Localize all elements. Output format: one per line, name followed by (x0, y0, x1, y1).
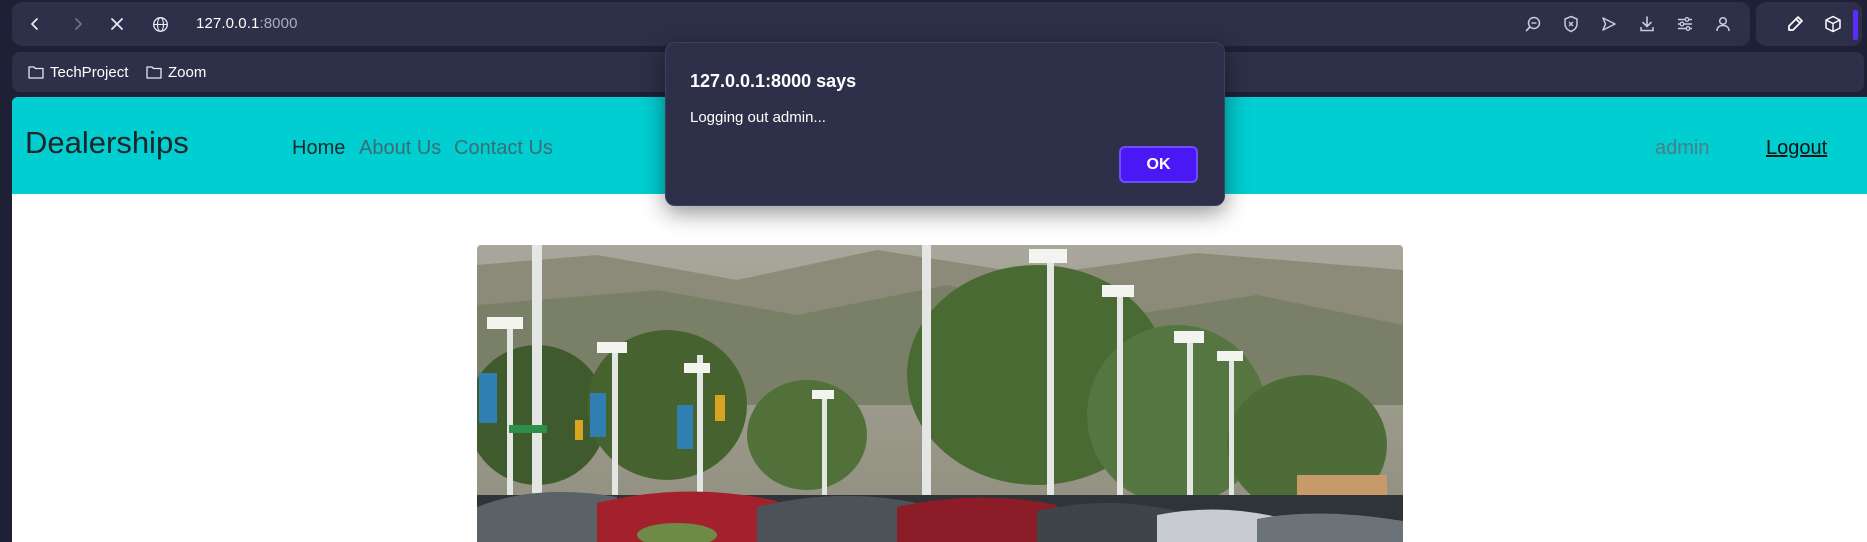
profile-icon[interactable] (1712, 13, 1734, 35)
send-icon[interactable] (1598, 13, 1620, 35)
hero-dealership-image (477, 245, 1403, 542)
download-icon[interactable] (1636, 13, 1658, 35)
bookmark-folder-techproject[interactable]: TechProject (28, 61, 128, 83)
tracker-shield-icon[interactable] (1560, 13, 1582, 35)
dialog-message: Logging out admin... (690, 109, 826, 126)
username-label: admin (1655, 137, 1710, 159)
toolbar-right-icons (1522, 13, 1750, 35)
bookmark-folder-zoom[interactable]: Zoom (146, 61, 206, 83)
bookmark-label: Zoom (168, 63, 207, 81)
alert-dialog: 127.0.0.1:8000 says Logging out admin...… (665, 42, 1225, 206)
folder-icon (146, 66, 162, 79)
site-info-globe-icon[interactable] (149, 13, 171, 35)
url-text[interactable]: 127.0.0.1:8000 (196, 15, 298, 32)
window-left-edge (0, 92, 12, 542)
url-port: :8000 (259, 15, 298, 32)
settings-sliders-icon[interactable] (1674, 13, 1696, 35)
back-button[interactable] (24, 13, 46, 35)
zoom-out-icon[interactable] (1522, 13, 1544, 35)
nav-about-link[interactable]: About Us (359, 137, 441, 160)
sidebar-accent-marker (1853, 10, 1858, 40)
forward-button[interactable] (67, 13, 89, 35)
ok-button[interactable]: OK (1119, 146, 1198, 183)
bookmark-label: TechProject (50, 63, 129, 81)
logout-button[interactable]: Logout (1766, 137, 1827, 160)
stop-loading-button[interactable] (106, 13, 128, 35)
extension-cube-icon[interactable] (1822, 13, 1844, 35)
nav-home-link[interactable]: Home (292, 137, 345, 160)
dialog-title: 127.0.0.1:8000 says (690, 71, 857, 91)
nav-contact-link[interactable]: Contact Us (454, 137, 553, 160)
extensions-area (1756, 2, 1862, 46)
url-host: 127.0.0.1 (196, 15, 260, 32)
address-bar-area: 127.0.0.1:8000 (12, 2, 1750, 46)
color-picker-icon[interactable] (1784, 13, 1806, 35)
site-brand[interactable]: Dealerships (25, 125, 189, 161)
folder-icon (28, 66, 44, 79)
